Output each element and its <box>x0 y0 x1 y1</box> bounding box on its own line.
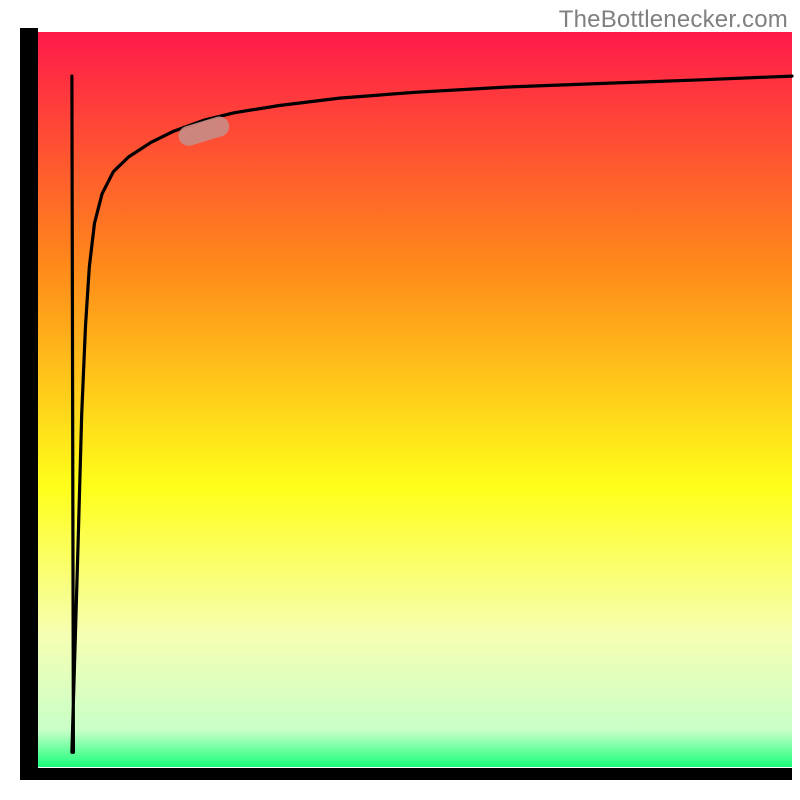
chart-svg <box>0 0 800 800</box>
y-axis <box>20 28 38 774</box>
x-axis <box>20 768 792 780</box>
watermark-text: TheBottlenecker.com <box>559 6 788 34</box>
chart-container: TheBottlenecker.com <box>0 0 800 800</box>
